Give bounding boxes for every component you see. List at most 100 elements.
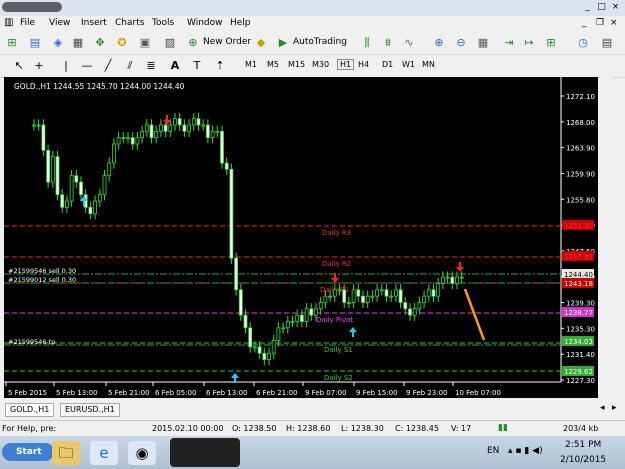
line-chart-icon[interactable]: ∿ [402, 36, 416, 50]
child-minimize-icon[interactable]: _ [582, 18, 587, 28]
child-restore-icon[interactable]: ❐ [596, 18, 604, 28]
candle-body [346, 302, 351, 304]
minimize-button[interactable]: _ [582, 2, 593, 13]
profiles-icon[interactable]: ▤ [28, 36, 42, 50]
candle-body [417, 302, 422, 310]
language-indicator[interactable]: EN [487, 446, 499, 456]
candle-body [337, 289, 342, 292]
clock-date[interactable]: 2/10/2015 [560, 455, 606, 465]
candle-body [257, 346, 262, 354]
strategy-tester-icon[interactable]: ▣ [138, 36, 152, 50]
history-icon[interactable]: ▨ [163, 36, 177, 50]
time-axis-label: 6 Feb 21:00 [256, 389, 297, 397]
start-button[interactable]: Start [2, 443, 54, 461]
candle-body [440, 276, 445, 284]
candle-body [173, 118, 177, 126]
timeframe-h4[interactable]: H4 [358, 60, 369, 69]
tray-icons[interactable]: ▴ ▪ ▮ ◀) [508, 446, 543, 456]
tile-windows-icon[interactable]: ▦ [476, 36, 490, 50]
timeframe-m1[interactable]: M1 [245, 60, 257, 69]
indicators-icon[interactable]: ⊞ [544, 36, 558, 50]
menu-insert[interactable]: Insert [81, 18, 107, 28]
chart-scrollbar[interactable] [600, 77, 612, 398]
candle-body [267, 352, 271, 360]
candle-body [389, 295, 394, 298]
candle-body [375, 289, 380, 297]
zoom-in-icon[interactable]: ⊕ [432, 36, 446, 50]
candle-body [276, 327, 281, 341]
menu-window[interactable]: Window [187, 18, 223, 28]
timeframe-m15[interactable]: M15 [288, 60, 305, 69]
terminal-icon[interactable]: ✪ [115, 36, 129, 50]
menu-file[interactable]: File [20, 18, 35, 28]
explorer-icon[interactable]: 🗀 [52, 441, 80, 465]
chart-tabs: GOLD.,H1 EURUSD.,H1 ◂ ▸ [0, 401, 625, 417]
autoscroll-icon[interactable]: ↦ [522, 36, 536, 50]
autotrading-button[interactable]: AutoTrading [293, 37, 347, 47]
status-low: L: 1238.30 [341, 424, 384, 433]
candle-body [46, 149, 50, 183]
navigator-icon[interactable]: ✥ [93, 36, 107, 50]
close-button[interactable]: × [610, 2, 621, 13]
time-axis-label: 6 Feb 13:00 [206, 389, 247, 397]
candle-body [224, 162, 229, 170]
price-axis-label: 1227.30 [566, 377, 595, 385]
tab-scroll-left-icon[interactable]: ◂ [600, 403, 605, 413]
candle-body [436, 283, 441, 297]
timeframe-m5[interactable]: M5 [267, 60, 279, 69]
templates-icon[interactable]: ▤ [600, 36, 614, 50]
tab-scroll-right-icon[interactable]: ▸ [612, 403, 617, 413]
tab-gold-h1[interactable]: GOLD.,H1 [5, 403, 55, 417]
status-open: O: 1238.50 [232, 424, 277, 433]
data-window-icon[interactable]: ▦ [71, 36, 85, 50]
zoom-out-icon[interactable]: ⊖ [454, 36, 468, 50]
bar-chart-icon[interactable]: ⫼ [360, 36, 374, 50]
internet-explorer-icon[interactable]: e [90, 441, 118, 465]
price-axis-label: 1231.40 [566, 351, 595, 359]
menu-view[interactable]: View [49, 18, 70, 28]
price-axis-label: 1235.30 [566, 325, 595, 333]
tab-eurusd-h1[interactable]: EURUSD.,H1 [60, 403, 120, 417]
text-icon[interactable]: A [168, 59, 182, 73]
clock-time[interactable]: 2:51 PM [565, 440, 601, 450]
candle-body [365, 295, 370, 303]
arrows-icon[interactable]: ⇡ [213, 59, 227, 73]
horizontal-line-icon[interactable]: — [80, 59, 94, 73]
candle-body [149, 124, 154, 139]
periods-icon[interactable]: ◷ [576, 36, 590, 50]
crosshair-icon[interactable]: + [32, 59, 46, 73]
chrome-icon[interactable]: ◉ [128, 441, 156, 465]
trendline-icon[interactable]: ╱ [101, 59, 115, 73]
price-tag-label: 1244.40 [564, 271, 593, 279]
child-close-icon[interactable]: × [610, 18, 618, 28]
cursor-icon[interactable]: ↖ [12, 59, 26, 73]
timeframe-d1[interactable]: D1 [382, 60, 393, 69]
menu-help[interactable]: Help [230, 18, 251, 28]
pivot-level-label: Daily S2 [324, 374, 353, 382]
timeframe-mn[interactable]: MN [422, 60, 435, 69]
channel-icon[interactable]: ⫽ [123, 59, 137, 73]
menu-charts[interactable]: Charts [115, 18, 144, 28]
menu-tools[interactable]: Tools [152, 18, 174, 28]
chart-canvas[interactable]: 1272.10 1268.00 1263.90 1259.90 1255.80 1251.… [4, 77, 598, 398]
text-label-icon[interactable]: T [190, 59, 204, 73]
status-close: C: 1238.45 [395, 424, 439, 433]
expert-editor-icon[interactable]: ◆ [254, 36, 268, 50]
price-axis-label: 1272.10 [566, 93, 595, 101]
timeframe-m30[interactable]: M30 [312, 60, 329, 69]
candle-body [168, 124, 173, 132]
market-watch-icon[interactable]: ◈ [51, 36, 65, 50]
chart-shift-icon[interactable]: ⇥ [502, 36, 516, 50]
candle-body [135, 137, 140, 145]
new-chart-icon[interactable]: ⊞ [5, 36, 19, 50]
vertical-line-icon[interactable]: | [59, 59, 73, 73]
timeframe-w1[interactable]: W1 [402, 60, 415, 69]
fibonacci-icon[interactable]: ≣ [144, 59, 158, 73]
price-chart[interactable]: 1272.10 1268.00 1263.90 1259.90 1255.80 1251.… [4, 77, 598, 398]
new-order-icon[interactable]: ⊕ [186, 36, 200, 50]
timeframe-h1[interactable]: H1 [337, 59, 355, 70]
autotrading-icon[interactable]: ▶ [276, 36, 290, 50]
maximize-button[interactable]: □ [596, 2, 607, 13]
candlestick-icon[interactable]: ⩩ [381, 36, 395, 50]
new-order-button[interactable]: New Order [203, 37, 251, 47]
